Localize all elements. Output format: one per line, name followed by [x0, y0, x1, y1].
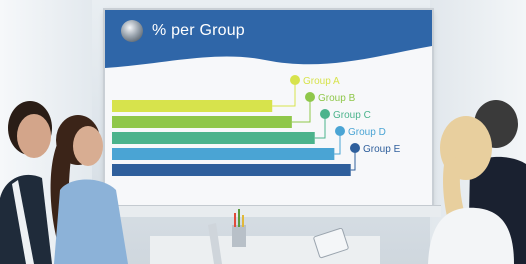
callout-dot [335, 126, 345, 136]
legend-label: Group E [363, 144, 401, 155]
projection-screen: % per Group Group A Group B Group C Group D… [105, 10, 432, 207]
woman-left [50, 115, 128, 264]
callout-line [314, 118, 326, 139]
callout-dot [305, 92, 315, 102]
bar-chart: Group A Group B Group C Group D Group E [112, 75, 401, 176]
callout-dot [320, 109, 330, 119]
tablet [313, 228, 349, 259]
bar-group-e [112, 164, 351, 176]
legend-label: Group D [348, 127, 386, 138]
callout-dot [290, 75, 300, 85]
callout-line [334, 135, 341, 155]
legend-label: Group C [333, 110, 371, 121]
callout-dot [350, 143, 360, 153]
people-right [428, 100, 526, 264]
callout-line [272, 84, 296, 107]
callout-line [350, 152, 356, 171]
desk-items [208, 209, 246, 264]
legend-label: Group A [303, 76, 340, 87]
meeting-scene: % per Group Group A Group B Group C Group D… [0, 0, 526, 264]
legend-label: Group B [318, 93, 356, 104]
